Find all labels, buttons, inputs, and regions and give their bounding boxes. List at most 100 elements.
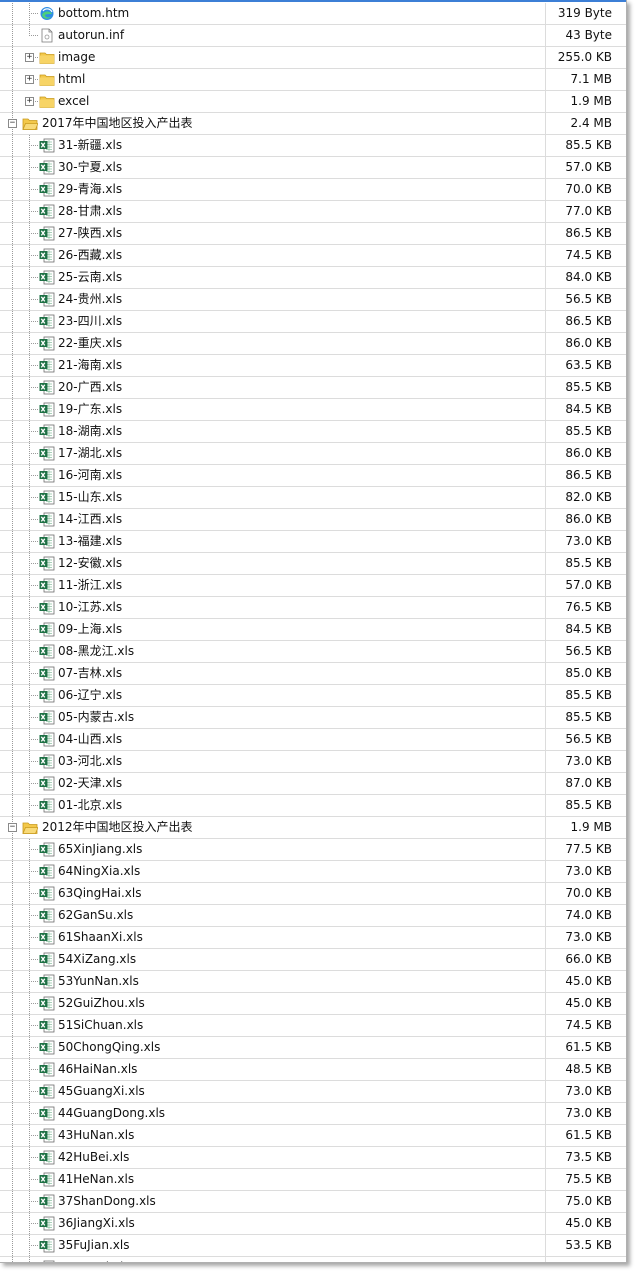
excel-file-icon xyxy=(39,424,55,439)
xls-file-row[interactable]: 08-黑龙江.xls 56.5 KB xyxy=(0,641,626,663)
file-icon xyxy=(39,28,55,43)
xls-file-row[interactable]: 61ShaanXi.xls 73.0 KB xyxy=(0,927,626,949)
xls-file-row[interactable]: 30-宁夏.xls 57.0 KB xyxy=(0,157,626,179)
xls-file-row[interactable]: 14-江西.xls 86.0 KB xyxy=(0,509,626,531)
tree-guide-line xyxy=(12,1213,13,1234)
file-row[interactable]: bottom.htm 319 Byte xyxy=(0,3,626,25)
tree-guide-line xyxy=(12,377,13,398)
xls-file-row[interactable]: 52GuiZhou.xls 45.0 KB xyxy=(0,993,626,1015)
item-size: 84.5 KB xyxy=(565,402,612,416)
xls-file-row[interactable]: 11-浙江.xls 57.0 KB xyxy=(0,575,626,597)
xls-file-row[interactable]: 31-新疆.xls 85.5 KB xyxy=(0,135,626,157)
excel-file-icon xyxy=(39,1106,55,1121)
xls-file-row[interactable]: 65XinJiang.xls 77.5 KB xyxy=(0,839,626,861)
xls-file-row[interactable]: 25-云南.xls 84.0 KB xyxy=(0,267,626,289)
xls-file-row[interactable]: 18-湖南.xls 85.5 KB xyxy=(0,421,626,443)
tree-guide-line xyxy=(29,277,38,278)
item-size: 73.0 KB xyxy=(565,930,612,944)
item-size: 73.0 KB xyxy=(565,1106,612,1120)
xls-file-row[interactable]: 15-山东.xls 82.0 KB xyxy=(0,487,626,509)
column-divider xyxy=(545,3,546,24)
item-name: excel xyxy=(58,94,90,108)
xls-file-row[interactable]: 62GanSu.xls 74.0 KB xyxy=(0,905,626,927)
excel-file-icon xyxy=(39,842,55,857)
tree-guide-line xyxy=(29,937,38,938)
xls-file-row[interactable]: 23-四川.xls 86.5 KB xyxy=(0,311,626,333)
excel-file-icon xyxy=(39,1150,55,1165)
item-name: 03-河北.xls xyxy=(58,754,123,768)
xls-file-row[interactable]: 34AnHui.xls 75.0 KB xyxy=(0,1257,626,1262)
item-name: 01-北京.xls xyxy=(58,798,123,812)
item-size: 56.5 KB xyxy=(565,732,612,746)
xls-file-row[interactable]: 63QingHai.xls 70.0 KB xyxy=(0,883,626,905)
tree-guide-line xyxy=(12,1257,13,1262)
xls-file-row[interactable]: 53YunNan.xls 45.0 KB xyxy=(0,971,626,993)
xls-file-row[interactable]: 10-江苏.xls 76.5 KB xyxy=(0,597,626,619)
tree-guide-line xyxy=(12,729,13,750)
xls-file-row[interactable]: 54XiZang.xls 66.0 KB xyxy=(0,949,626,971)
xls-file-row[interactable]: 06-辽宁.xls 85.5 KB xyxy=(0,685,626,707)
column-divider xyxy=(545,663,546,684)
xls-file-row[interactable]: 64NingXia.xls 73.0 KB xyxy=(0,861,626,883)
xls-file-row[interactable]: 26-西藏.xls 74.5 KB xyxy=(0,245,626,267)
xls-file-row[interactable]: 12-安徽.xls 85.5 KB xyxy=(0,553,626,575)
xls-file-row[interactable]: 21-海南.xls 63.5 KB xyxy=(0,355,626,377)
collapse-toggle[interactable]: − xyxy=(8,119,17,128)
expand-toggle[interactable]: + xyxy=(25,97,34,106)
tree-guide-line xyxy=(12,619,13,640)
xls-file-row[interactable]: 45GuangXi.xls 73.0 KB xyxy=(0,1081,626,1103)
excel-file-icon xyxy=(39,798,55,813)
xls-file-row[interactable]: 28-甘肃.xls 77.0 KB xyxy=(0,201,626,223)
folder-row[interactable]: + html 7.1 MB xyxy=(0,69,626,91)
column-divider xyxy=(545,157,546,178)
file-row[interactable]: autorun.inf 43 Byte xyxy=(0,25,626,47)
column-divider xyxy=(545,619,546,640)
folder-row[interactable]: − 2012年中国地区投入产出表 1.9 MB xyxy=(0,817,626,839)
xls-file-row[interactable]: 19-广东.xls 84.5 KB xyxy=(0,399,626,421)
item-name: 26-西藏.xls xyxy=(58,248,123,262)
expand-toggle[interactable]: + xyxy=(25,75,34,84)
xls-file-row[interactable]: 50ChongQing.xls 61.5 KB xyxy=(0,1037,626,1059)
xls-file-row[interactable]: 13-福建.xls 73.0 KB xyxy=(0,531,626,553)
excel-file-icon xyxy=(39,490,55,505)
tree-guide-line xyxy=(29,629,38,630)
xls-file-row[interactable]: 22-重庆.xls 86.0 KB xyxy=(0,333,626,355)
folder-row[interactable]: − 2017年中国地区投入产出表 2.4 MB xyxy=(0,113,626,135)
xls-file-row[interactable]: 35FuJian.xls 53.5 KB xyxy=(0,1235,626,1257)
xls-file-row[interactable]: 16-河南.xls 86.5 KB xyxy=(0,465,626,487)
tree-guide-line xyxy=(29,1003,38,1004)
xls-file-row[interactable]: 43HuNan.xls 61.5 KB xyxy=(0,1125,626,1147)
excel-file-icon xyxy=(39,1172,55,1187)
xls-file-row[interactable]: 04-山西.xls 56.5 KB xyxy=(0,729,626,751)
xls-file-row[interactable]: 17-湖北.xls 86.0 KB xyxy=(0,443,626,465)
excel-file-icon xyxy=(39,578,55,593)
column-divider xyxy=(545,355,546,376)
xls-file-row[interactable]: 24-贵州.xls 56.5 KB xyxy=(0,289,626,311)
xls-file-row[interactable]: 02-天津.xls 87.0 KB xyxy=(0,773,626,795)
xls-file-row[interactable]: 37ShanDong.xls 75.0 KB xyxy=(0,1191,626,1213)
column-divider xyxy=(545,1015,546,1036)
xls-file-row[interactable]: 09-上海.xls 84.5 KB xyxy=(0,619,626,641)
xls-file-row[interactable]: 44GuangDong.xls 73.0 KB xyxy=(0,1103,626,1125)
folder-row[interactable]: + image 255.0 KB xyxy=(0,47,626,69)
xls-file-row[interactable]: 20-广西.xls 85.5 KB xyxy=(0,377,626,399)
collapse-toggle[interactable]: − xyxy=(8,823,17,832)
item-size: 87.0 KB xyxy=(565,776,612,790)
folder-row[interactable]: + excel 1.9 MB xyxy=(0,91,626,113)
expand-toggle[interactable]: + xyxy=(25,53,34,62)
xls-file-row[interactable]: 03-河北.xls 73.0 KB xyxy=(0,751,626,773)
xls-file-row[interactable]: 07-吉林.xls 85.0 KB xyxy=(0,663,626,685)
column-divider xyxy=(545,905,546,926)
xls-file-row[interactable]: 27-陕西.xls 86.5 KB xyxy=(0,223,626,245)
item-name: 06-辽宁.xls xyxy=(58,688,123,702)
xls-file-row[interactable]: 51SiChuan.xls 74.5 KB xyxy=(0,1015,626,1037)
xls-file-row[interactable]: 01-北京.xls 85.5 KB xyxy=(0,795,626,817)
xls-file-row[interactable]: 42HuBei.xls 73.5 KB xyxy=(0,1147,626,1169)
selection-edge xyxy=(0,0,626,2)
xls-file-row[interactable]: 46HaiNan.xls 48.5 KB xyxy=(0,1059,626,1081)
item-name: 63QingHai.xls xyxy=(58,886,142,900)
xls-file-row[interactable]: 36JiangXi.xls 45.0 KB xyxy=(0,1213,626,1235)
xls-file-row[interactable]: 05-内蒙古.xls 85.5 KB xyxy=(0,707,626,729)
xls-file-row[interactable]: 41HeNan.xls 75.5 KB xyxy=(0,1169,626,1191)
xls-file-row[interactable]: 29-青海.xls 70.0 KB xyxy=(0,179,626,201)
